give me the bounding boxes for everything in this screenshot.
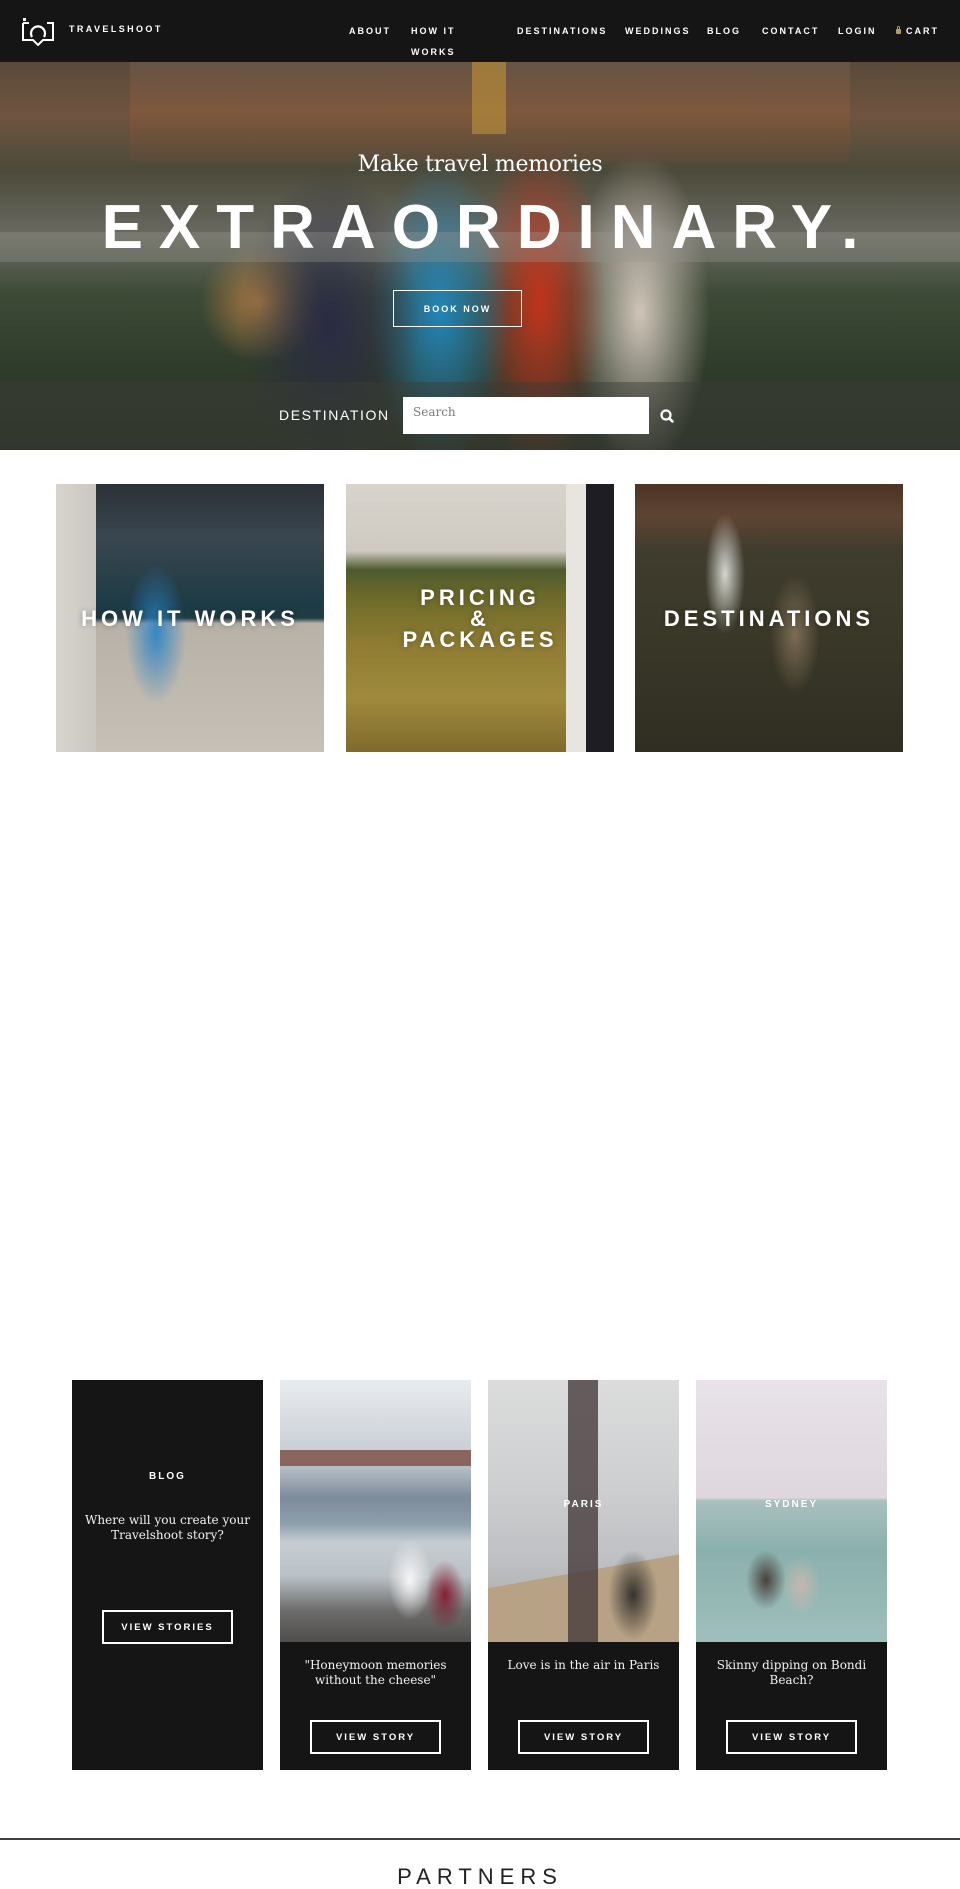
hero-photo-gate <box>472 62 506 134</box>
nav-cart[interactable]: CART <box>896 21 939 42</box>
destination-label: DESTINATION <box>279 407 390 423</box>
nav-cart-label: CART <box>906 26 939 36</box>
view-story-button[interactable]: VIEW STORY <box>518 1720 649 1754</box>
story-card: "Honeymoon memories without the cheese" … <box>280 1380 471 1770</box>
nav-about[interactable]: ABOUT <box>349 21 391 42</box>
story-title: "Honeymoon memories without the cheese" <box>304 1658 447 1687</box>
tile-pricing-packages-label: PRICING & PACKAGES <box>402 584 558 652</box>
tile-label-line: DESTINATIONS <box>663 605 875 631</box>
nav-weddings[interactable]: WEDDINGS <box>625 21 691 42</box>
nav-how-it-works-line2[interactable]: WORKS <box>411 42 456 63</box>
story-card: SYDNEY Skinny dipping on Bondi Beach? VI… <box>696 1380 887 1770</box>
tile-destinations[interactable]: DESTINATIONS <box>635 484 903 752</box>
blog-heading: BLOG <box>149 1471 186 1482</box>
lock-icon <box>896 26 901 34</box>
nav-login[interactable]: LOGIN <box>838 21 877 42</box>
view-stories-button[interactable]: VIEW STORIES <box>102 1610 233 1644</box>
story-photo-sydney[interactable] <box>696 1380 887 1642</box>
tile-label-line: PACKAGES <box>402 626 558 652</box>
story-card: PARIS Love is in the air in Paris VIEW S… <box>488 1380 679 1770</box>
tile-label-line: PRICING <box>420 584 540 610</box>
view-story-button[interactable]: VIEW STORY <box>726 1720 857 1754</box>
story-title: Skinny dipping on Bondi Beach? <box>716 1658 867 1687</box>
search-button[interactable] <box>656 405 678 427</box>
search-icon <box>660 409 674 423</box>
nav-contact[interactable]: CONTACT <box>762 21 819 42</box>
section-divider <box>0 1838 960 1840</box>
camera-speech-bubble-icon[interactable] <box>21 18 55 46</box>
hero-subtitle: Make travel memories <box>357 152 603 177</box>
brand-name[interactable]: TRAVELSHOOT <box>69 24 163 34</box>
nav-blog[interactable]: BLOG <box>707 21 741 42</box>
tile-how-it-works[interactable]: HOW IT WORKS <box>56 484 324 752</box>
blog-intro-text: Where will you create your Travelshoot s… <box>85 1513 250 1542</box>
destination-search-input[interactable] <box>403 397 649 434</box>
partners-heading: PARTNERS <box>397 1864 563 1889</box>
nav-how-it-works[interactable]: HOW IT <box>411 21 456 42</box>
story-photo-paris[interactable] <box>488 1380 679 1642</box>
story-city: SYDNEY <box>764 1499 819 1510</box>
hero-title: EXTRAORDINARY. <box>101 193 875 262</box>
story-photo-new-york[interactable] <box>280 1380 471 1642</box>
blog-intro-card: BLOG Where will you create your Travelsh… <box>72 1380 263 1770</box>
book-now-button[interactable]: BOOK NOW <box>393 290 522 327</box>
site-header: TRAVELSHOOT ABOUT HOW IT WORKS DESTINATI… <box>0 0 960 62</box>
tile-label-line: & <box>470 605 490 631</box>
story-city: PARIS <box>563 1499 604 1510</box>
tile-how-it-works-label: HOW IT WORKS <box>81 605 299 631</box>
tile-pricing-packages[interactable]: PRICING & PACKAGES <box>346 484 614 752</box>
nav-destinations[interactable]: DESTINATIONS <box>517 21 607 42</box>
view-story-button[interactable]: VIEW STORY <box>310 1720 441 1754</box>
story-title: Love is in the air in Paris <box>507 1658 660 1672</box>
tile-destinations-label: DESTINATIONS <box>663 605 875 631</box>
hero-banner: Make travel memories EXTRAORDINARY. BOOK… <box>0 62 960 450</box>
tile-label-line: HOW IT WORKS <box>81 605 299 631</box>
